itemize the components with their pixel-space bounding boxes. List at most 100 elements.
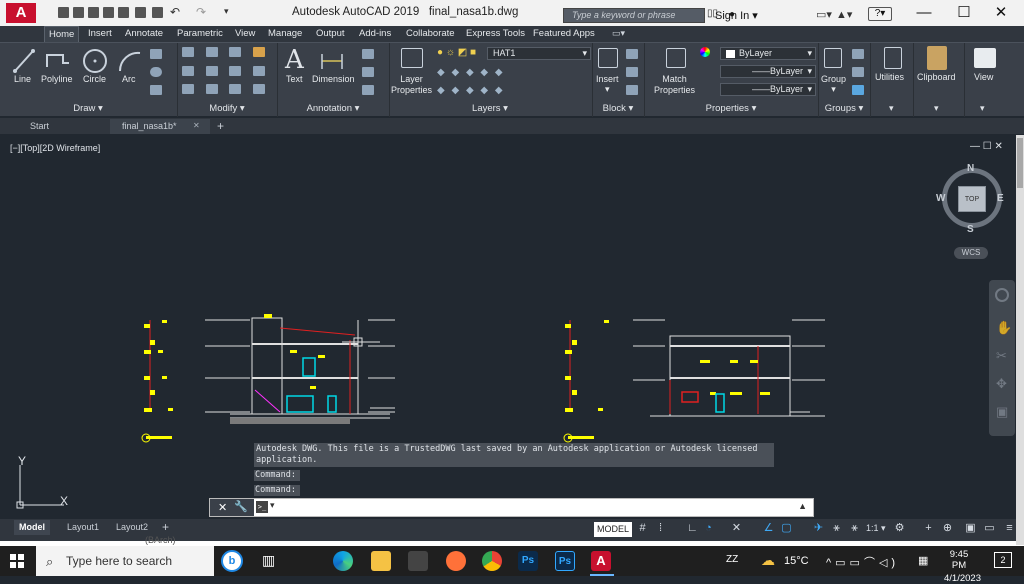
tab-model[interactable]: Model	[14, 520, 50, 535]
compass-north[interactable]: N	[967, 163, 974, 174]
arc-tool[interactable]: Arc	[122, 74, 136, 84]
circle-tool[interactable]: Circle	[83, 74, 106, 84]
isodraft-icon[interactable]: ✕	[730, 522, 743, 535]
object-snap-icon[interactable]: ▢	[780, 522, 793, 535]
tab-manage[interactable]: Manage	[264, 26, 306, 42]
customization-icon[interactable]: ≡	[1003, 522, 1016, 535]
keyboard-icon[interactable]: ▦	[918, 554, 928, 567]
tab-annotate[interactable]: Annotate	[121, 26, 167, 42]
group-tool[interactable]: Group ▾	[821, 74, 846, 95]
annotation-scale-icon[interactable]: ⚹	[830, 522, 843, 535]
ortho-icon[interactable]: ∟	[686, 522, 699, 535]
viewport-controls-label[interactable]: [−][Top][2D Wireframe]	[10, 143, 100, 153]
annotation-monitor-icon[interactable]: +	[922, 522, 935, 535]
utilities-dropdown-icon[interactable]: ▾	[889, 103, 894, 114]
cart-icon[interactable]: ▭▾	[816, 8, 832, 21]
tab-insert[interactable]: Insert	[84, 26, 116, 42]
save-as-icon[interactable]	[103, 7, 114, 18]
command-input-bar[interactable]: ✕ 🔧 >_ ▾ ▲	[209, 498, 814, 517]
trim-icon[interactable]	[229, 47, 241, 57]
create-block-icon[interactable]	[626, 49, 638, 59]
tab-home[interactable]: Home	[44, 26, 80, 42]
autocad-logo-icon[interactable]: A	[6, 3, 36, 23]
clipboard-tool[interactable]: Clipboard	[917, 72, 956, 82]
scrollbar-thumb[interactable]	[1017, 138, 1023, 188]
erase-icon[interactable]	[252, 47, 265, 57]
insert-tool[interactable]: Insert ▾	[596, 74, 619, 95]
search-input[interactable]: Type a keyword or phrase	[563, 8, 705, 23]
taskbar-search-input[interactable]: Type here to search	[36, 546, 214, 576]
group-edit-icon[interactable]	[852, 67, 864, 77]
layer-dropdown[interactable]: HAT1 ▾	[487, 47, 591, 60]
task-view-icon[interactable]: ▥	[262, 552, 275, 569]
utilities-tool[interactable]: Utilities	[875, 72, 904, 82]
polyline-tool[interactable]: Polyline	[41, 74, 73, 84]
polar-tracking-icon[interactable]: ◔	[702, 522, 715, 535]
ungroup-icon[interactable]	[852, 49, 864, 59]
chrome-icon[interactable]	[482, 551, 502, 571]
notifications-icon[interactable]: 2	[994, 552, 1012, 568]
steering-wheel-icon[interactable]	[995, 288, 1009, 302]
lineweight-dropdown[interactable]: ——ByLayer ▾	[720, 83, 816, 96]
scale-icon[interactable]	[205, 84, 218, 95]
fillet-icon[interactable]	[229, 65, 241, 76]
color-dropdown[interactable]: ByLayer ▾	[720, 47, 816, 60]
move-icon[interactable]	[182, 47, 194, 57]
minimize-button[interactable]: —	[904, 3, 944, 23]
dimension-tool[interactable]: Dimension	[312, 74, 355, 84]
new-tab-icon[interactable]: +	[217, 119, 224, 133]
save-icon[interactable]	[88, 7, 99, 18]
layer-tools-row2[interactable]: ◆ ◆ ◆ ◆ ◆	[437, 85, 505, 96]
undo-icon[interactable]: ↶	[170, 5, 180, 19]
system-tray-icons[interactable]: ^▭▭⌒◁)	[826, 554, 899, 570]
command-prompt-icon[interactable]: >_	[256, 501, 268, 513]
autocad-taskbar-icon[interactable]: A	[591, 551, 611, 571]
units-icon[interactable]: ⊕	[941, 522, 954, 535]
modify-panel-title[interactable]: Modify ▾	[178, 102, 276, 117]
tab-start[interactable]: Start	[18, 119, 110, 134]
store-icon[interactable]	[408, 551, 428, 571]
compass-south[interactable]: S	[967, 224, 974, 235]
tab-add-ins[interactable]: Add-ins	[355, 26, 395, 42]
tab-parametric[interactable]: Parametric	[173, 26, 227, 42]
table-icon[interactable]	[362, 85, 374, 95]
view-dropdown-icon[interactable]: ▾	[980, 103, 985, 114]
layer-tools-row1[interactable]: ◆ ◆ ◆ ◆ ◆	[437, 67, 505, 78]
block-panel-title[interactable]: Block ▾	[593, 102, 643, 117]
weather-temp[interactable]: 15°C	[784, 555, 809, 567]
tab-collaborate[interactable]: Collaborate	[402, 26, 459, 42]
command-history-toggle[interactable]: ▲	[798, 501, 807, 511]
zoom-icon[interactable]: ✂	[996, 348, 1007, 364]
print-icon[interactable]	[152, 7, 163, 18]
clean-screen-icon[interactable]: ▭	[983, 522, 996, 535]
open-web-icon[interactable]	[118, 7, 129, 18]
layer-state-icons[interactable]: ● ☼ ◩ ■	[437, 47, 476, 58]
grid-icon[interactable]: #	[636, 522, 649, 535]
stretch-icon[interactable]	[182, 84, 194, 95]
boundary-icon[interactable]	[150, 85, 162, 95]
rotate-icon[interactable]	[205, 47, 218, 57]
weather-icon[interactable]: ☁	[761, 552, 775, 569]
clipboard-dropdown-icon[interactable]: ▾	[934, 103, 939, 114]
redo-icon[interactable]: ↷	[196, 5, 206, 19]
compass-east[interactable]: E	[997, 193, 1004, 204]
edit-block-icon[interactable]	[626, 67, 638, 77]
windows-start-icon[interactable]	[10, 554, 24, 568]
snap-icon[interactable]: ⁞	[654, 522, 667, 535]
layers-panel-title[interactable]: Layers ▾	[390, 102, 590, 117]
photoshop-2-icon[interactable]: Ps	[555, 551, 575, 571]
photoshop-icon[interactable]: Ps	[518, 551, 538, 571]
isolate-objects-icon[interactable]: ▣	[964, 522, 977, 535]
file-explorer-icon[interactable]	[371, 551, 391, 571]
workspace-gear-icon[interactable]: ⚙	[893, 522, 906, 535]
help-button[interactable]: ?▾	[868, 7, 892, 21]
text-tool[interactable]: Text	[286, 74, 303, 84]
tab-featured-apps[interactable]: Featured Apps	[529, 26, 599, 42]
linetype-dropdown[interactable]: ——ByLayer ▾	[720, 65, 816, 78]
mirror-icon[interactable]	[205, 65, 218, 76]
tab-layout1[interactable]: Layout1	[62, 520, 104, 535]
annotation-visibility-icon[interactable]: ✈	[812, 522, 825, 535]
layer-properties-tool[interactable]: Layer Properties	[391, 74, 432, 96]
attributes-icon[interactable]	[626, 85, 638, 95]
viewport-window-controls[interactable]: — ☐ ✕	[970, 141, 1003, 152]
